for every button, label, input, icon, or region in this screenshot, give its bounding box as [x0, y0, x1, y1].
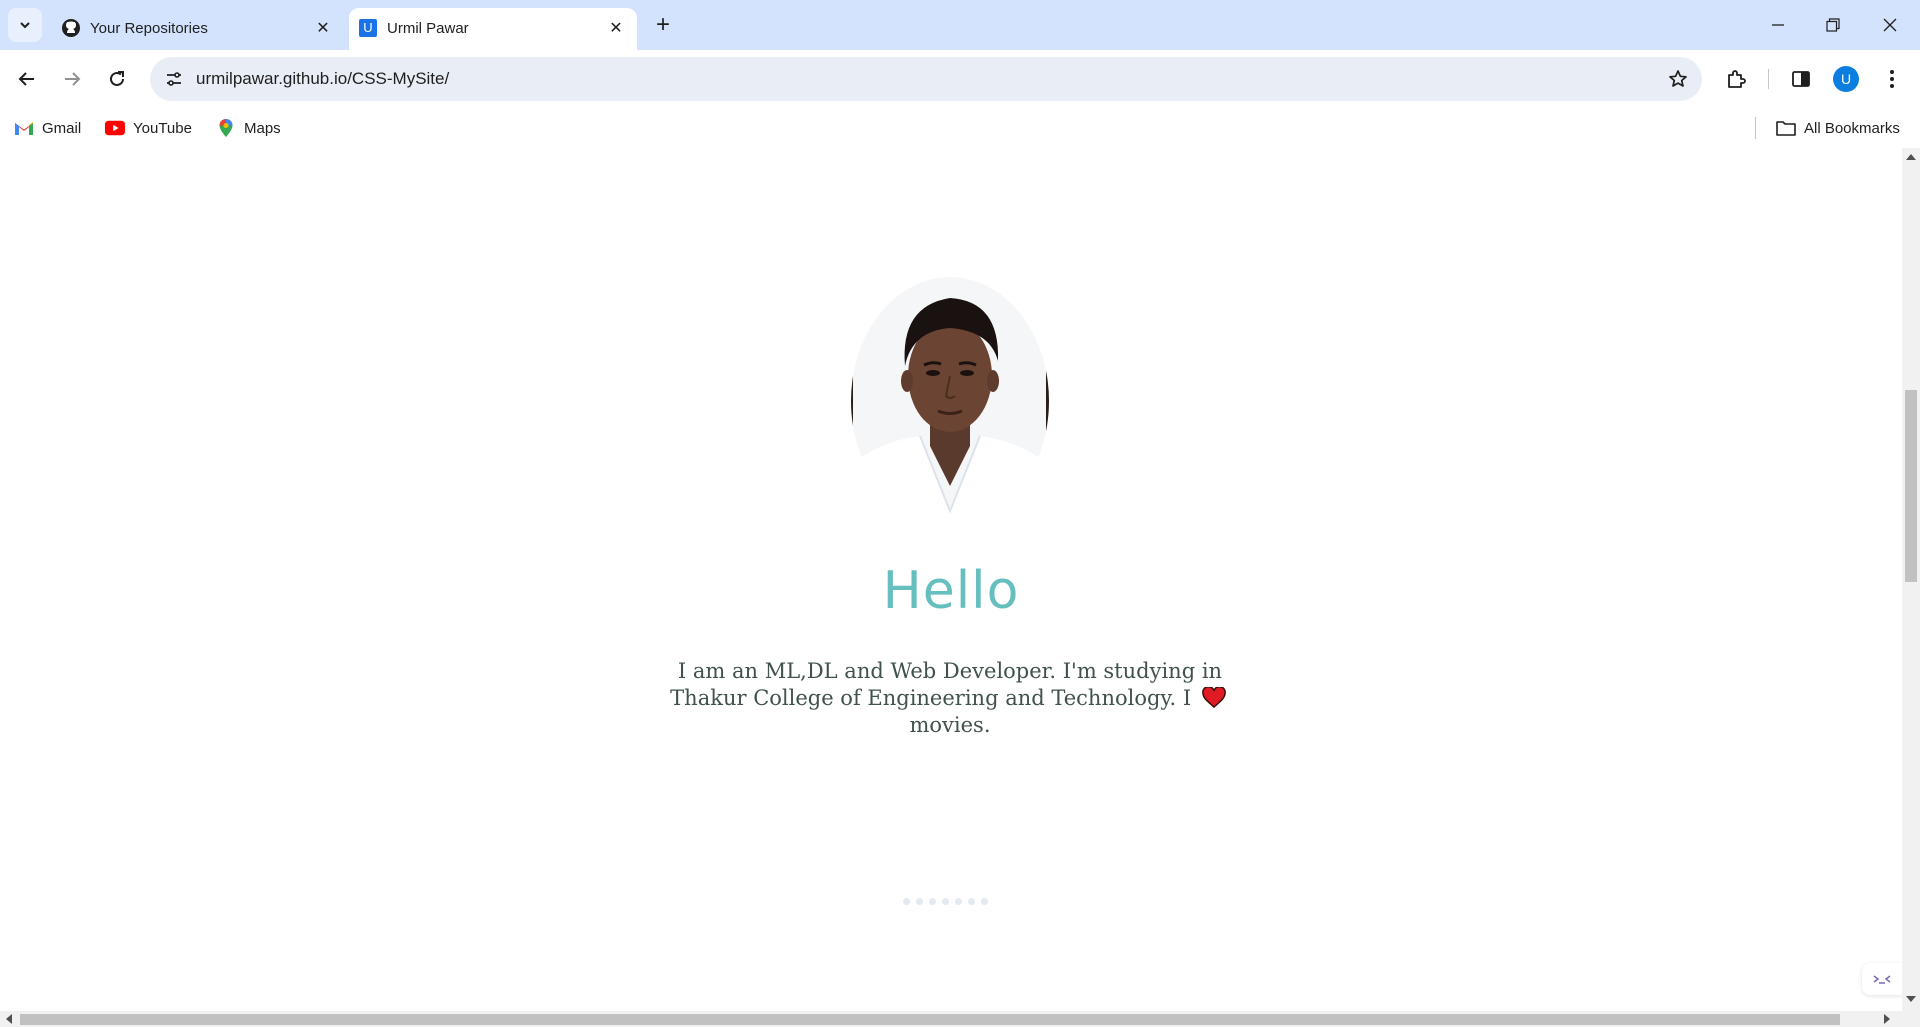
side-widget-icon	[1873, 975, 1891, 984]
tab-search-button[interactable]	[8, 8, 42, 42]
reload-icon	[110, 71, 124, 86]
url-text[interactable]: urmilpawar.github.io/CSS-MySite/	[196, 69, 449, 89]
close-tab-icon[interactable]: ✕	[312, 17, 334, 39]
bookmark-gmail[interactable]: Gmail	[14, 116, 81, 140]
bookmarks-bar: Gmail YouTube Maps All Bookmarks	[0, 108, 1920, 148]
tab-urmil-pawar[interactable]: U Urmil Pawar ✕	[349, 8, 637, 50]
bookmarks-divider	[1755, 117, 1756, 139]
scroll-left-arrow[interactable]	[6, 1014, 12, 1024]
back-button[interactable]	[9, 61, 45, 97]
site-info-icon[interactable]	[160, 65, 188, 93]
bookmark-maps[interactable]: Maps	[216, 116, 281, 140]
github-icon	[60, 17, 82, 39]
restore-button[interactable]	[1813, 8, 1853, 42]
minimize-button[interactable]	[1758, 8, 1798, 42]
bookmark-label: Maps	[244, 119, 281, 137]
side-panel-icon[interactable]	[1785, 63, 1817, 95]
address-bar[interactable]: urmilpawar.github.io/CSS-MySite/	[150, 57, 1702, 101]
folder-icon	[1776, 118, 1796, 138]
floating-side-widget[interactable]	[1862, 963, 1902, 995]
close-window-button[interactable]	[1870, 8, 1910, 42]
minimize-icon	[1772, 24, 1784, 26]
scroll-up-arrow[interactable]	[1906, 154, 1916, 160]
tab-title: Your Repositories	[90, 20, 208, 37]
all-bookmarks-button[interactable]: All Bookmarks	[1776, 116, 1900, 140]
arrow-right-icon	[65, 72, 81, 86]
restore-icon	[1826, 18, 1840, 32]
profile-avatar[interactable]: U	[1833, 66, 1859, 92]
favicon-letter: U	[359, 19, 377, 37]
bookmark-label: Gmail	[42, 119, 82, 137]
bookmark-star-icon[interactable]	[1664, 65, 1692, 93]
vertical-scroll-thumb[interactable]	[1905, 390, 1917, 582]
bookmark-label: YouTube	[133, 119, 192, 137]
close-tab-icon[interactable]: ✕	[605, 17, 627, 39]
tab-your-repositories[interactable]: Your Repositories ✕	[52, 8, 344, 50]
vertical-scrollbar[interactable]	[1902, 148, 1920, 1011]
youtube-icon	[105, 118, 125, 138]
red-heart-icon	[1201, 687, 1226, 708]
page-heading: Hello	[882, 561, 1020, 621]
horizontal-scrollbar[interactable]	[0, 1011, 1920, 1027]
site-favicon-u: U	[357, 17, 379, 39]
extensions-icon[interactable]	[1720, 63, 1752, 95]
toolbar-divider	[1768, 69, 1769, 89]
forward-button[interactable]	[54, 61, 90, 97]
intro-text: I am an ML,DL and Web Developer. I'm stu…	[670, 659, 1223, 710]
more-menu-icon[interactable]	[1876, 63, 1908, 95]
gmail-icon	[14, 118, 34, 138]
close-icon	[1883, 18, 1897, 32]
profile-photo	[851, 277, 1049, 525]
intro-text-end: movies.	[909, 713, 991, 737]
scroll-down-arrow[interactable]	[1906, 996, 1916, 1002]
arrow-left-icon	[18, 72, 34, 86]
new-tab-button[interactable]: +	[650, 12, 676, 38]
maps-icon	[216, 118, 236, 138]
reload-button[interactable]	[99, 61, 135, 97]
tab-strip: Your Repositories ✕ U Urmil Pawar ✕ +	[0, 0, 1920, 50]
horizontal-scroll-thumb[interactable]	[20, 1014, 1840, 1025]
page-viewport: Hello I am an ML,DL and Web Developer. I…	[0, 148, 1902, 1011]
bookmark-youtube[interactable]: YouTube	[105, 116, 192, 140]
scroll-right-arrow[interactable]	[1884, 1014, 1890, 1024]
tab-title: Urmil Pawar	[387, 20, 469, 37]
chevron-down-icon	[20, 22, 30, 29]
browser-toolbar: urmilpawar.github.io/CSS-MySite/ U	[0, 50, 1920, 108]
all-bookmarks-label: All Bookmarks	[1804, 119, 1900, 137]
intro-paragraph: I am an ML,DL and Web Developer. I'm stu…	[650, 658, 1250, 739]
